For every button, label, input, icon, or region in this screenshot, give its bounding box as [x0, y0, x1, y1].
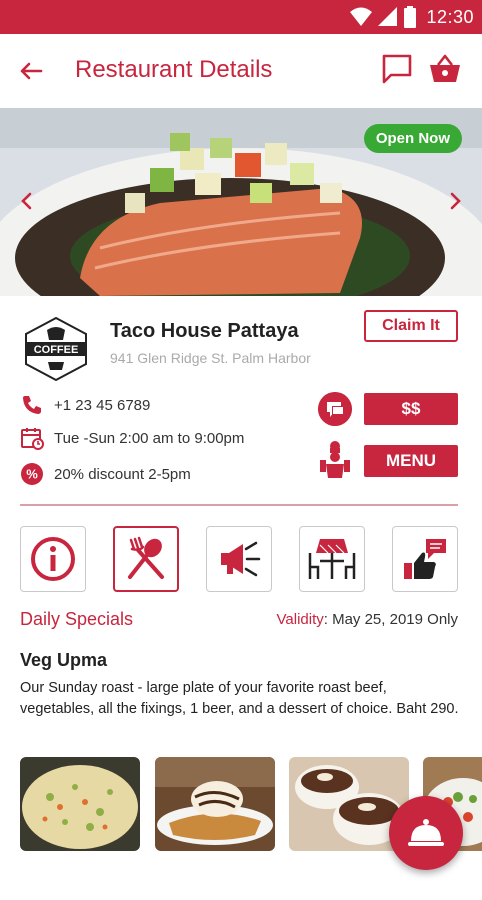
phone-number: +1 23 45 6789 — [54, 396, 151, 414]
phone-icon — [23, 396, 41, 414]
validity-text: Validity: May 25, 2019 Only — [277, 611, 459, 628]
tile-specials[interactable] — [113, 526, 179, 592]
validity-value: : May 25, 2019 Only — [323, 611, 458, 628]
battery-icon — [404, 6, 417, 28]
divider — [20, 504, 458, 506]
calendar-clock-icon — [21, 428, 44, 450]
back-arrow-icon[interactable] — [16, 56, 46, 86]
waffle-dessert-image — [155, 757, 275, 851]
claim-it-button[interactable]: Claim It — [364, 310, 458, 342]
status-time: 12:30 — [426, 6, 474, 27]
signal-icon — [378, 7, 398, 26]
discount-icon: % — [21, 463, 43, 485]
chevron-right-icon[interactable] — [442, 188, 468, 214]
wifi-icon — [350, 7, 373, 26]
menu-button[interactable]: MENU — [364, 445, 458, 477]
cloche-icon — [408, 819, 444, 846]
chat-bubble-icon[interactable] — [318, 392, 352, 426]
daily-specials-label: Daily Specials — [20, 609, 134, 629]
open-now-badge: Open Now — [363, 124, 462, 153]
discount-text: 20% discount 2-5pm — [54, 465, 191, 483]
page-title: Restaurant Details — [75, 56, 273, 83]
tile-reviews[interactable] — [392, 526, 458, 592]
hero-image[interactable]: Open Now — [0, 108, 482, 296]
tile-info[interactable] — [20, 526, 86, 592]
price-level-button[interactable]: $$ — [364, 393, 458, 425]
dish-description: Our Sunday roast - large plate of your f… — [20, 680, 459, 717]
hours-row: Tue -Sun 2:00 am to 9:00pm — [20, 425, 244, 451]
phone-row[interactable]: +1 23 45 6789 — [20, 392, 150, 418]
app-bar: Restaurant Details — [0, 34, 482, 108]
thumbs-up-review-icon — [404, 539, 446, 579]
food-thumbnail[interactable] — [155, 757, 275, 851]
dish-name: Veg Upma — [20, 650, 108, 670]
status-bar: 12:30 — [0, 0, 482, 34]
logo-text: COFFEE — [34, 344, 79, 356]
cutlery-icon — [128, 536, 164, 579]
chef-icon — [320, 441, 350, 478]
svg-text:%: % — [26, 467, 38, 482]
validity-label: Validity — [276, 611, 324, 628]
food-thumbnail[interactable] — [20, 757, 140, 851]
basket-icon[interactable] — [428, 52, 462, 86]
order-fab[interactable] — [389, 796, 463, 870]
chat-icon[interactable] — [380, 52, 414, 86]
restaurant-name: Taco House Pattaya — [110, 320, 299, 342]
discount-row: % 20% discount 2-5pm — [20, 461, 191, 487]
tile-reservation[interactable] — [299, 526, 365, 592]
megaphone-icon — [221, 541, 261, 577]
coffee-logo: COFFEE — [25, 316, 87, 382]
opening-hours: Tue -Sun 2:00 am to 9:00pm — [54, 429, 245, 447]
table-chairs-icon — [308, 539, 356, 579]
restaurant-address: 941 Glen Ridge St. Palm Harbor — [110, 350, 311, 366]
info-icon — [31, 537, 75, 581]
rice-dish-image — [20, 757, 140, 851]
tile-promotions[interactable] — [206, 526, 272, 592]
chevron-left-icon[interactable] — [14, 188, 40, 214]
status-icons: 12:30 — [350, 6, 474, 28]
